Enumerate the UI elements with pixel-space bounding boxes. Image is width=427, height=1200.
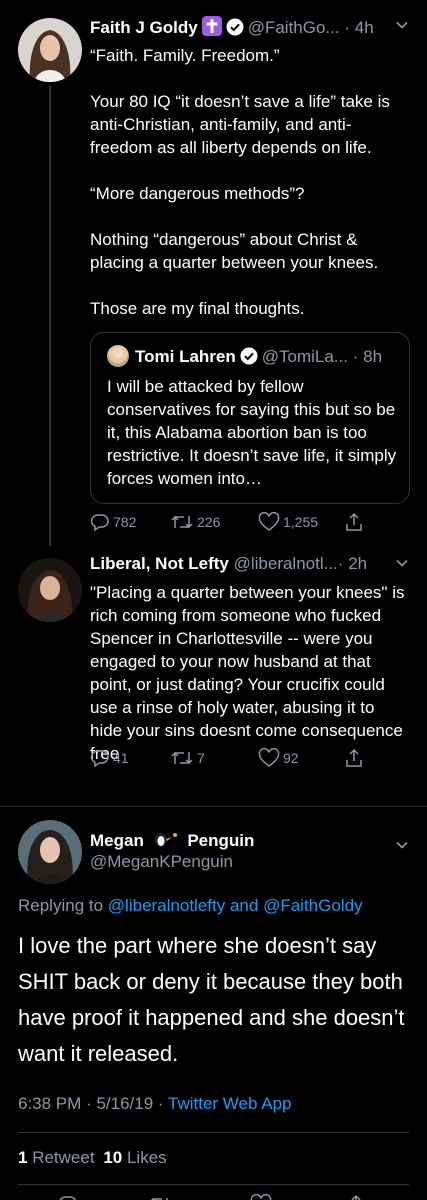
cross-emoji-icon [201, 16, 222, 41]
retweet-icon [170, 748, 194, 768]
chevron-down-icon[interactable] [395, 556, 409, 574]
replying-user-link[interactable]: @liberalnotlefty [108, 896, 225, 915]
like-icon [258, 512, 280, 532]
author-name[interactable]: Faith J Goldy [90, 18, 198, 37]
like-icon [258, 748, 280, 768]
share-button[interactable] [344, 748, 364, 768]
retweet-icon[interactable] [148, 1194, 172, 1200]
quoted-author-name: Tomi Lahren [135, 347, 236, 366]
author-handle[interactable]: @FaithGo... [248, 18, 340, 37]
share-icon [344, 512, 364, 532]
separator-dot: · [157, 1094, 164, 1113]
author-name[interactable]: Liberal, Not Lefty [90, 554, 229, 573]
divider [18, 1184, 409, 1185]
tweet-header: Faith J Goldy @FaithGo... · 4h [90, 16, 374, 41]
tweet-time: 6:38 PM [18, 1094, 82, 1113]
verified-icon [240, 347, 258, 370]
tweet-megan-penguin: Megan Penguin @MeganKPenguin Replying to… [0, 808, 427, 1200]
retweets-label: Retweet [32, 1148, 95, 1167]
retweet-count: 7 [197, 750, 205, 766]
tweet-actions: 782 226 1,255 [90, 512, 390, 534]
replying-prefix: Replying to [18, 896, 104, 915]
replying-to: Replying to @liberalnotlefty and @FaithG… [18, 896, 363, 916]
reply-button[interactable]: 782 [90, 512, 136, 532]
tweet-date: 5/16/19 [96, 1094, 154, 1113]
like-button[interactable]: 92 [258, 748, 299, 768]
quoted-tweet-header: Tomi Lahren @TomiLa... · 8h [107, 345, 382, 370]
reply-button[interactable]: 41 [90, 748, 129, 768]
share-icon[interactable] [346, 1194, 366, 1200]
chevron-down-icon[interactable] [395, 838, 409, 856]
share-icon [344, 748, 364, 768]
author-name[interactable]: Megan Penguin [90, 830, 254, 853]
tweet-client-link[interactable]: Twitter Web App [168, 1094, 291, 1113]
separator-dot: · [352, 347, 359, 366]
like-count: 92 [283, 750, 299, 766]
tweet-actions: 41 7 92 [90, 748, 390, 770]
quoted-tweet-text: I will be attacked by fellow conservativ… [107, 377, 397, 488]
action-bar-partial [0, 1194, 427, 1200]
engagement-stats: 1 Retweet 10 Likes [18, 1148, 167, 1168]
tweet-text: “Faith. Family. Freedom.” Your 80 IQ “it… [90, 46, 390, 318]
avatar-faith-goldy[interactable] [18, 18, 82, 82]
tweet-header: Liberal, Not Lefty @liberalnotl...· 2h [90, 554, 367, 574]
retweet-button[interactable]: 226 [170, 512, 220, 532]
retweet-count: 226 [197, 514, 221, 530]
retweet-icon [170, 512, 194, 532]
tweet-text: "Placing a quarter between your knees" i… [90, 583, 405, 763]
reply-count: 782 [113, 514, 137, 530]
separator-dot: · [337, 554, 344, 573]
tweet-liberal-not-lefty[interactable]: Liberal, Not Lefty @liberalnotl...· 2h "… [0, 548, 427, 808]
like-count: 1,255 [283, 514, 319, 530]
retweets-count: 1 [18, 1148, 28, 1167]
likes-label: Likes [126, 1148, 167, 1167]
avatar-tomi-lahren [107, 345, 129, 367]
quoted-tweet[interactable]: Tomi Lahren @TomiLa... · 8h I will be att… [90, 332, 410, 504]
reply-count: 41 [113, 750, 129, 766]
verified-icon [226, 18, 244, 41]
divider [0, 806, 427, 807]
likes-stat[interactable]: 10 Likes [103, 1148, 166, 1167]
chevron-down-icon[interactable] [395, 18, 409, 36]
share-button[interactable] [344, 512, 364, 532]
separator-dot: · [86, 1094, 92, 1113]
quoted-author-handle: @TomiLa... [261, 347, 348, 366]
separator-dot: · [344, 18, 350, 37]
reply-icon [90, 748, 110, 768]
author-name-last: Penguin [187, 831, 255, 850]
penguin-emoji-icon [153, 830, 179, 853]
like-button[interactable]: 1,255 [258, 512, 318, 532]
reply-icon [90, 512, 110, 532]
retweet-button[interactable]: 7 [170, 748, 205, 768]
divider [18, 1132, 409, 1133]
timestamp[interactable]: 4h [355, 18, 374, 37]
tweet-meta: 6:38 PM · 5/16/19 · Twitter Web App [18, 1094, 291, 1114]
replying-user-link[interactable]: @FaithGoldy [263, 896, 362, 915]
author-name-first: Megan [90, 831, 144, 850]
quoted-timestamp: 8h [363, 347, 383, 366]
likes-count: 10 [103, 1148, 123, 1167]
thread-line [49, 86, 51, 546]
retweets-stat[interactable]: 1 Retweet [18, 1148, 95, 1167]
like-icon[interactable] [250, 1194, 272, 1200]
timestamp[interactable]: 2h [348, 554, 367, 573]
tweet-faith-goldy[interactable]: Faith J Goldy @FaithGo... · 4h “Faith. Fa… [0, 0, 427, 548]
avatar-megan-penguin[interactable] [18, 820, 82, 884]
avatar-liberal-not-lefty[interactable] [18, 558, 82, 622]
reply-icon[interactable] [58, 1194, 78, 1200]
focused-tweet-text: I love the part where she doesn’t say SH… [18, 933, 405, 1066]
replying-and: and [229, 896, 259, 915]
author-handle[interactable]: @liberalnotl... [234, 554, 338, 573]
author-handle[interactable]: @MeganKPenguin [90, 852, 233, 872]
